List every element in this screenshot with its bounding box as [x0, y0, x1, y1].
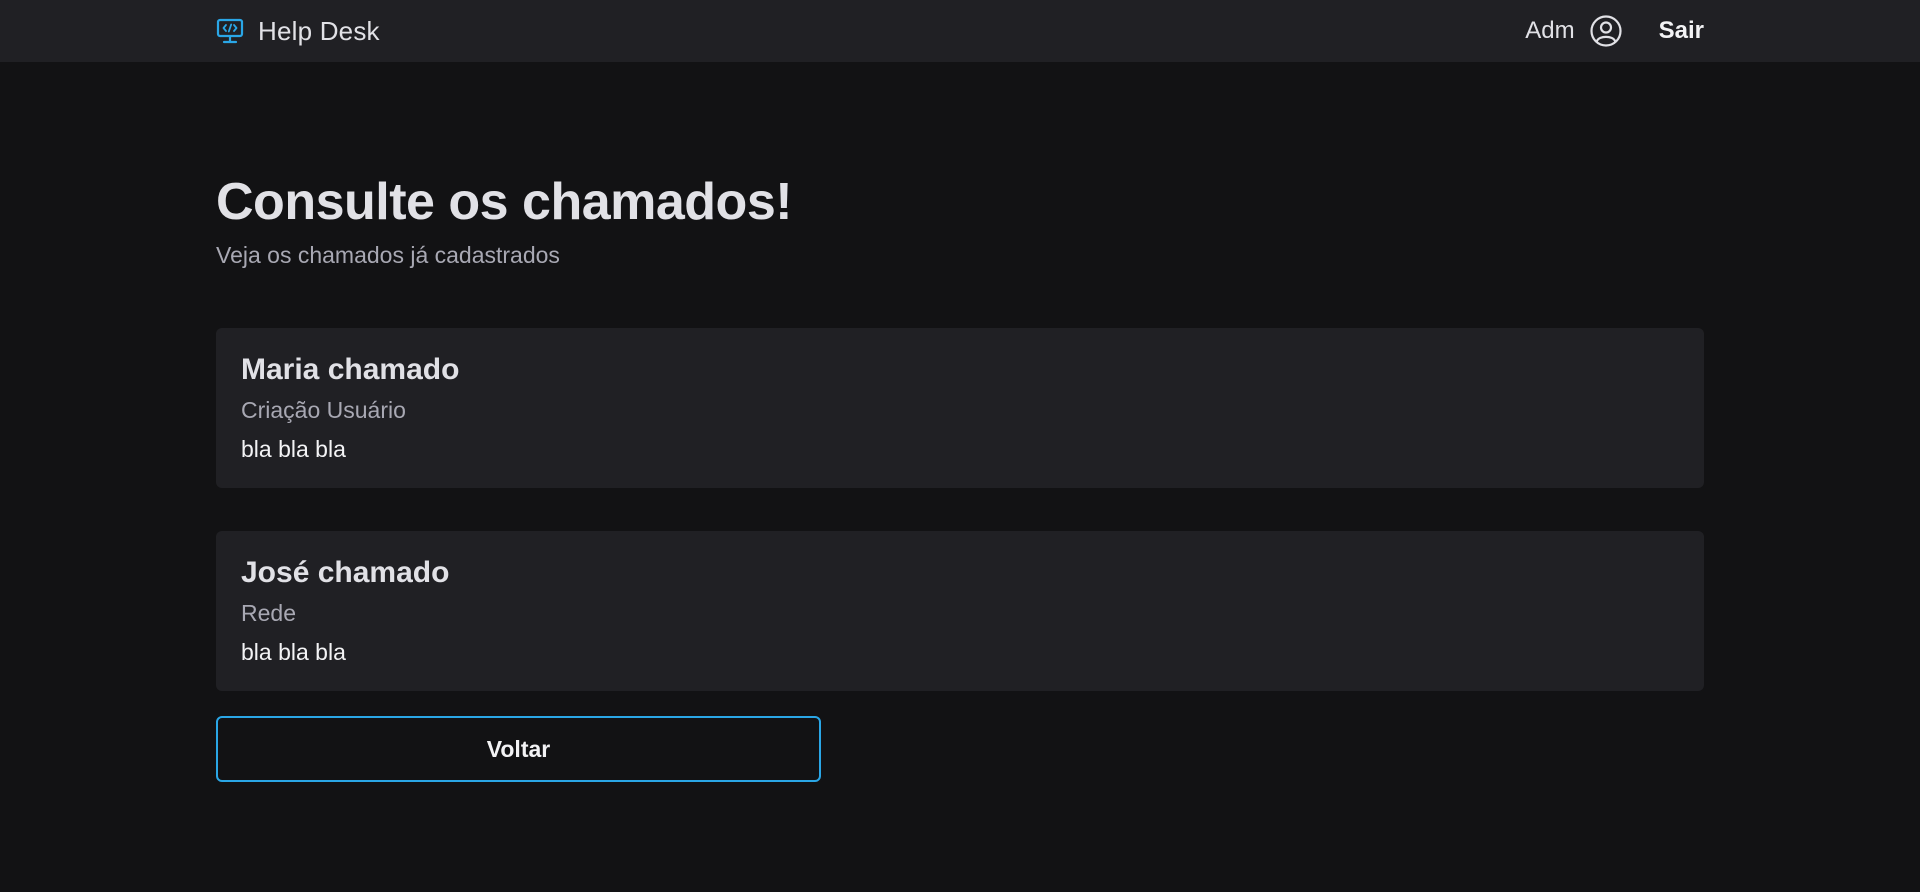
- user-circle-icon[interactable]: [1589, 14, 1623, 48]
- page-subtitle: Veja os chamados já cadastrados: [216, 242, 560, 268]
- ticket-description: bla bla bla: [241, 639, 346, 665]
- user-area: Adm Sair: [1525, 14, 1704, 48]
- user-name: Adm: [1525, 17, 1575, 44]
- brand-title: Help Desk: [258, 15, 380, 46]
- brand[interactable]: Help Desk: [216, 16, 380, 47]
- ticket-title: José chamado: [241, 556, 450, 589]
- ticket-category: Rede: [241, 600, 296, 626]
- ticket-card[interactable]: José chamado Rede bla bla bla: [216, 531, 1704, 691]
- ticket-card[interactable]: Maria chamado Criação Usuário bla bla bl…: [216, 328, 1704, 488]
- monitor-code-icon: [216, 17, 244, 45]
- back-button[interactable]: Voltar: [216, 716, 821, 782]
- logout-button[interactable]: Sair: [1659, 17, 1704, 45]
- ticket-title: Maria chamado: [241, 353, 460, 386]
- ticket-category: Criação Usuário: [241, 397, 406, 423]
- top-navbar: Help Desk Adm Sair: [0, 0, 1920, 62]
- page-title: Consulte os chamados!: [216, 173, 793, 231]
- ticket-description: bla bla bla: [241, 436, 346, 462]
